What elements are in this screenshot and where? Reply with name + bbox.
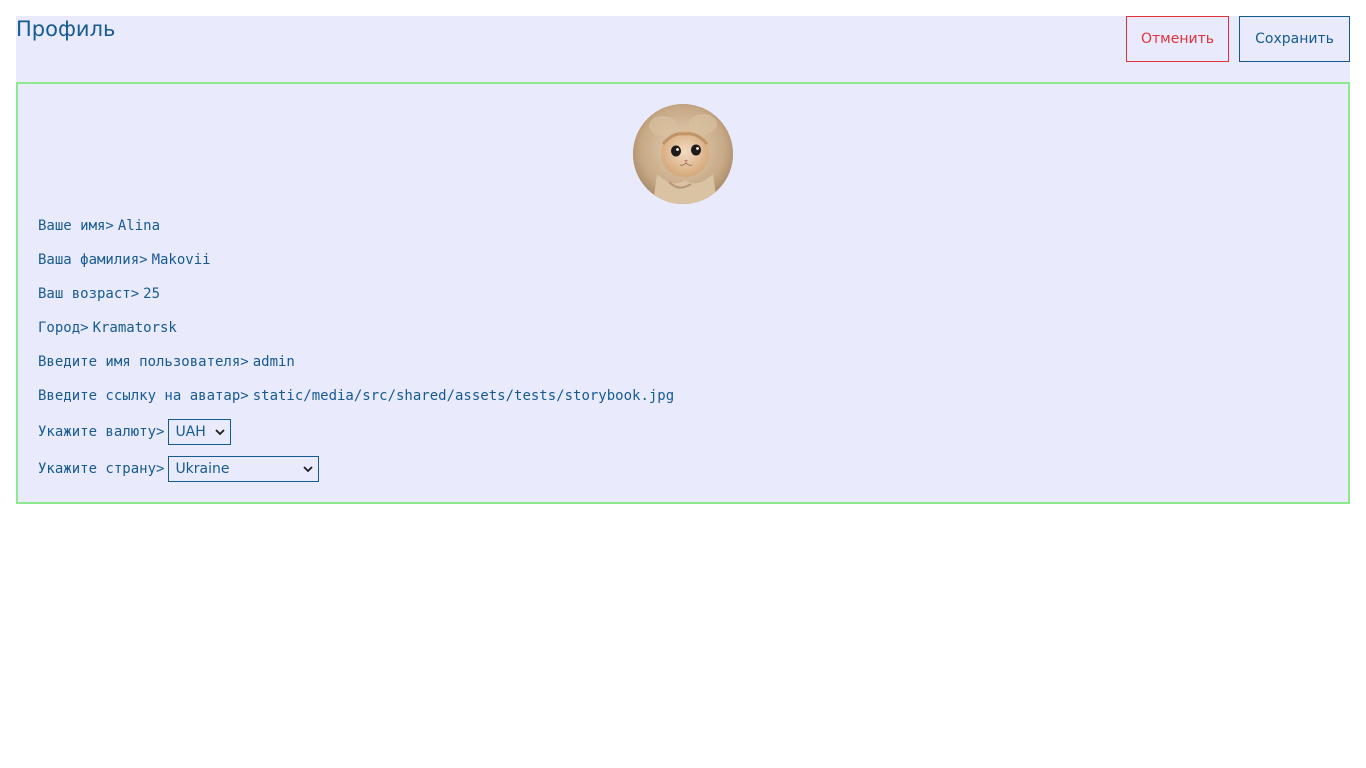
country-selected-value: Ukraine (175, 461, 230, 477)
cancel-button[interactable]: Отменить (1126, 16, 1229, 62)
last-name-label: Ваша фамилия> (38, 252, 148, 268)
field-last-name: Ваша фамилия> (38, 251, 352, 269)
chevron-down-icon (303, 466, 314, 473)
chevron-down-icon (215, 429, 226, 436)
field-country: Укажите страну> Ukraine (38, 456, 320, 482)
avatar-url-input[interactable] (252, 388, 813, 404)
profile-card: Ваше имя> Ваша фамилия> Ваш возраст> Гор… (16, 82, 1350, 504)
city-input[interactable] (92, 320, 293, 336)
field-age: Ваш возраст> (38, 285, 344, 303)
field-first-name: Ваше имя> (38, 217, 318, 235)
username-input[interactable] (252, 354, 453, 370)
first-name-label: Ваше имя> (38, 218, 114, 234)
first-name-input[interactable] (117, 218, 318, 234)
username-label: Введите имя пользователя> (38, 354, 249, 370)
country-label: Укажите страну> (38, 461, 165, 477)
avatar (633, 104, 733, 204)
country-select[interactable]: Ukraine (168, 456, 320, 482)
currency-selected-value: UAH (175, 424, 206, 440)
page-header: Профиль Отменить Сохранить (16, 16, 1350, 83)
last-name-input[interactable] (151, 252, 352, 268)
avatar-cat-image (633, 104, 733, 204)
field-city: Город> (38, 319, 293, 337)
age-label: Ваш возраст> (38, 286, 140, 302)
save-button[interactable]: Сохранить (1239, 16, 1350, 62)
city-label: Город> (38, 320, 89, 336)
currency-label: Укажите валюту> (38, 424, 165, 440)
avatar-url-label: Введите ссылку на аватар> (38, 388, 249, 404)
currency-select[interactable]: UAH (168, 419, 232, 445)
field-currency: Укажите валюту> UAH (38, 419, 232, 445)
field-username: Введите имя пользователя> (38, 353, 453, 371)
page-title: Профиль (16, 17, 116, 41)
field-avatar-url: Введите ссылку на аватар> (38, 387, 813, 405)
age-input[interactable] (143, 286, 344, 302)
